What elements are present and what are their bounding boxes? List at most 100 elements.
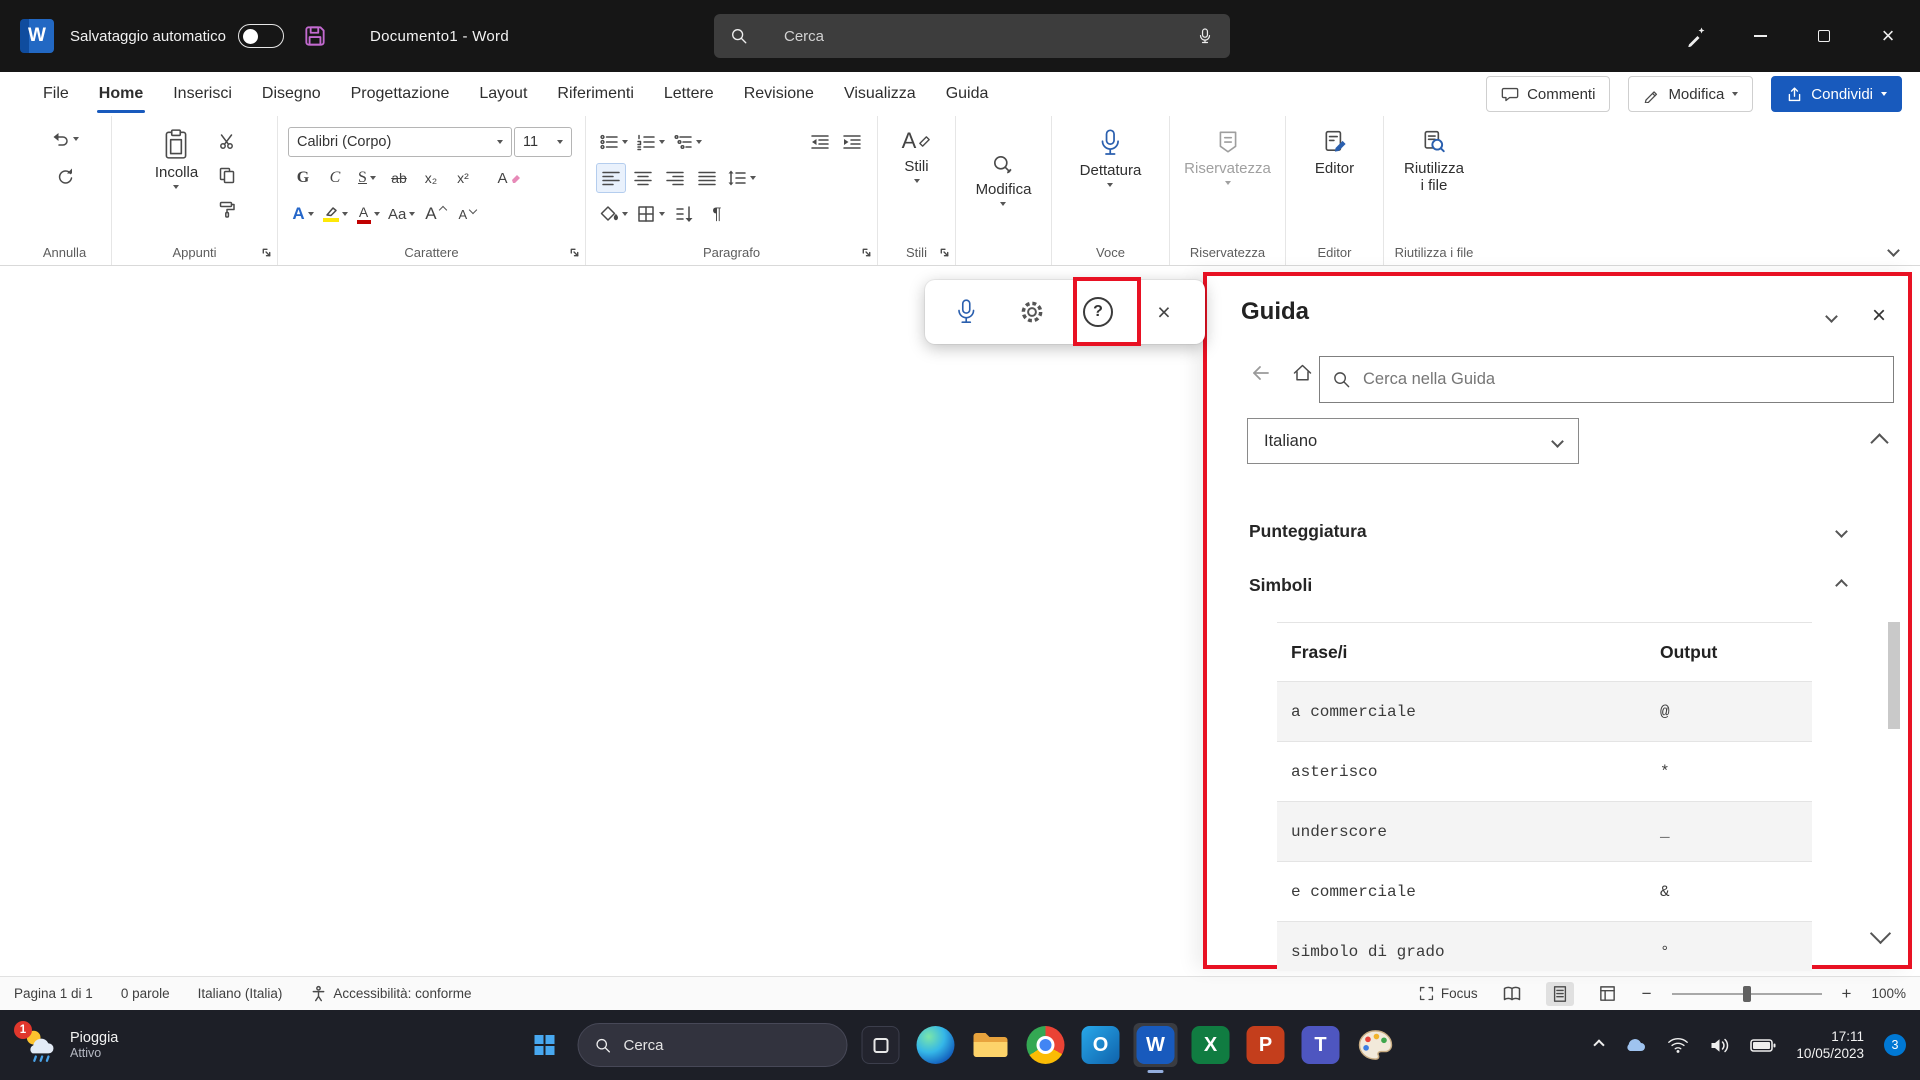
align-center-button[interactable] <box>628 163 658 193</box>
ribbon-editing-button[interactable]: Modifica <box>968 149 1040 210</box>
multilevel-list-button[interactable] <box>670 127 705 157</box>
tray-expand-icon[interactable] <box>1594 1039 1605 1050</box>
undo-button[interactable] <box>47 124 82 154</box>
justify-button[interactable] <box>692 163 722 193</box>
tab-layout[interactable]: Layout <box>464 72 542 116</box>
wifi-icon[interactable] <box>1667 1035 1689 1055</box>
language-dropdown[interactable]: Italiano <box>1247 418 1579 464</box>
bold-button[interactable]: G <box>288 163 318 193</box>
battery-icon[interactable] <box>1750 1035 1776 1055</box>
back-icon[interactable] <box>1249 362 1273 384</box>
font-dialog-launcher[interactable] <box>569 247 580 258</box>
numbered-list-button[interactable] <box>633 127 668 157</box>
editing-mode-button[interactable]: Modifica <box>1628 76 1753 112</box>
reuse-files-button[interactable]: Riutilizzai file <box>1396 124 1472 198</box>
subscript-button[interactable]: x₂ <box>416 163 446 193</box>
app-chrome[interactable] <box>1024 1023 1068 1067</box>
underline-button[interactable]: S <box>352 163 382 193</box>
grow-font-button[interactable]: A <box>420 199 450 229</box>
align-right-button[interactable] <box>660 163 690 193</box>
dictation-toolbar-mic-button[interactable] <box>939 287 993 337</box>
highlight-color-button[interactable] <box>320 199 351 229</box>
minimize-button[interactable] <box>1728 0 1792 72</box>
tab-lettere[interactable]: Lettere <box>649 72 729 116</box>
app-outlook[interactable]: O <box>1079 1023 1123 1067</box>
help-panel-close-icon[interactable]: × <box>1872 302 1886 330</box>
line-spacing-button[interactable] <box>724 163 759 193</box>
app-teams[interactable]: T <box>1299 1023 1343 1067</box>
save-icon[interactable] <box>302 23 328 49</box>
decrease-indent-button[interactable] <box>805 127 835 157</box>
app-excel[interactable]: X <box>1189 1023 1233 1067</box>
section-punteggiatura[interactable]: Punteggiatura <box>1249 504 1846 558</box>
copy-button[interactable] <box>212 160 242 190</box>
web-layout-button[interactable] <box>1594 982 1622 1006</box>
word-app-icon[interactable]: W <box>20 19 54 53</box>
tab-inserisci[interactable]: Inserisci <box>158 72 247 116</box>
zoom-slider-thumb[interactable] <box>1743 986 1751 1002</box>
app-file-explorer[interactable] <box>969 1023 1013 1067</box>
tab-revisione[interactable]: Revisione <box>729 72 829 116</box>
change-case-button[interactable]: Aa <box>385 199 418 229</box>
tab-visualizza[interactable]: Visualizza <box>829 72 931 116</box>
font-family-combo[interactable]: Calibri (Corpo) <box>288 127 512 157</box>
font-color-button[interactable]: A <box>353 199 383 229</box>
styles-dialog-launcher[interactable] <box>939 247 950 258</box>
bullet-list-button[interactable] <box>596 127 631 157</box>
dictation-settings-button[interactable] <box>1005 287 1059 337</box>
print-layout-button[interactable] <box>1546 982 1574 1006</box>
notification-count-badge[interactable]: 3 <box>1884 1034 1906 1056</box>
tab-home[interactable]: Home <box>84 72 158 116</box>
page-indicator[interactable]: Pagina 1 di 1 <box>14 986 93 1001</box>
format-painter-button[interactable] <box>212 194 242 224</box>
italic-button[interactable]: C <box>320 163 350 193</box>
zoom-out-button[interactable]: − <box>1642 984 1652 1004</box>
pilcrow-button[interactable]: ¶ <box>702 199 732 229</box>
tab-progettazione[interactable]: Progettazione <box>336 72 465 116</box>
read-mode-button[interactable] <box>1498 982 1526 1006</box>
tab-guida[interactable]: Guida <box>931 72 1004 116</box>
shrink-font-button[interactable]: A <box>452 199 482 229</box>
dictation-close-button[interactable]: × <box>1137 287 1191 337</box>
tab-riferimenti[interactable]: Riferimenti <box>542 72 648 116</box>
app-word[interactable]: W <box>1134 1023 1178 1067</box>
editor-button[interactable]: Editor <box>1307 124 1362 181</box>
app-edge[interactable] <box>914 1023 958 1067</box>
home-icon[interactable] <box>1291 362 1314 384</box>
superscript-button[interactable]: x² <box>448 163 478 193</box>
zoom-level[interactable]: 100% <box>1871 986 1906 1001</box>
clipboard-dialog-launcher[interactable] <box>261 247 272 258</box>
pen-sparkle-icon[interactable] <box>1664 0 1728 72</box>
help-search-input[interactable]: Cerca nella Guida <box>1319 356 1894 403</box>
weather-widget[interactable]: 1 Pioggia Attivo <box>12 1010 126 1080</box>
dictation-button[interactable]: Dettatura <box>1072 124 1150 191</box>
comments-button[interactable]: Commenti <box>1486 76 1610 112</box>
app-dark-window[interactable] <box>859 1023 903 1067</box>
sort-button[interactable] <box>670 199 700 229</box>
section-simboli[interactable]: Simboli <box>1249 558 1846 612</box>
align-left-button[interactable] <box>596 163 626 193</box>
scroll-down-icon[interactable] <box>1870 923 1891 944</box>
text-effects-button[interactable]: A <box>288 199 318 229</box>
paste-button[interactable]: Incolla <box>147 124 206 193</box>
language-indicator[interactable]: Italiano (Italia) <box>198 986 283 1001</box>
repeat-button[interactable] <box>50 160 80 190</box>
onedrive-cloud-icon[interactable] <box>1623 1036 1647 1054</box>
font-size-combo[interactable]: 11 <box>514 127 572 157</box>
clear-formatting-button[interactable]: A <box>494 163 524 193</box>
panel-scrollbar[interactable] <box>1888 622 1900 729</box>
strikethrough-button[interactable]: ab <box>384 163 414 193</box>
tab-disegno[interactable]: Disegno <box>247 72 336 116</box>
focus-mode-button[interactable]: Focus <box>1418 985 1478 1002</box>
share-button[interactable]: Condividi <box>1771 76 1902 112</box>
titlebar-search[interactable]: Cerca <box>714 14 1230 58</box>
scroll-up-icon[interactable] <box>1870 433 1888 451</box>
styles-button[interactable]: A Stili <box>894 124 940 187</box>
paragraph-dialog-launcher[interactable] <box>861 247 872 258</box>
maximize-button[interactable] <box>1792 0 1856 72</box>
panel-options-chevron-icon[interactable] <box>1825 310 1838 323</box>
increase-indent-button[interactable] <box>837 127 867 157</box>
word-count[interactable]: 0 parole <box>121 986 170 1001</box>
accessibility-status[interactable]: Accessibilità: conforme <box>310 985 471 1002</box>
tab-file[interactable]: File <box>28 72 84 116</box>
